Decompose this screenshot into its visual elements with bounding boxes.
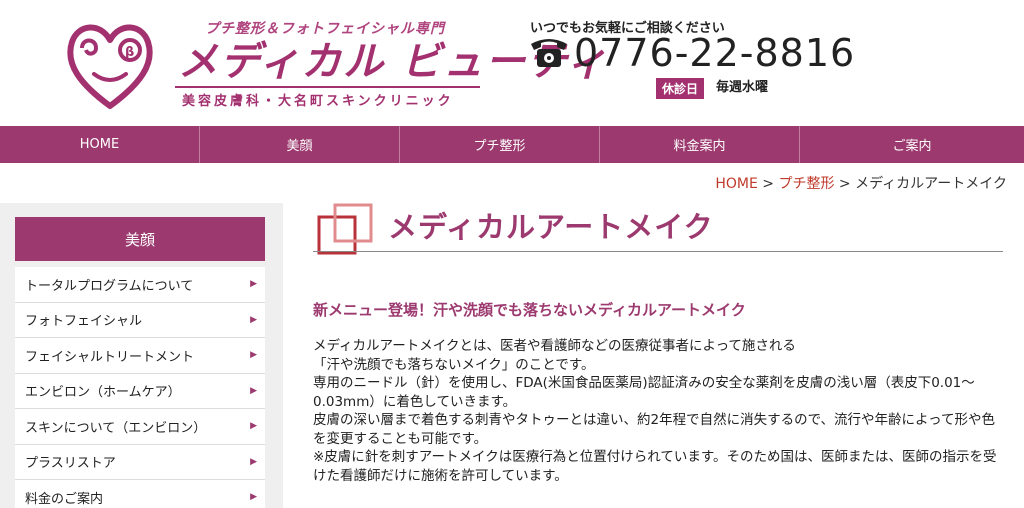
title-divider [313, 251, 1003, 252]
sidebar-item-facial-treatment[interactable]: フェイシャルトリートメント ▶ [15, 338, 265, 374]
global-nav: HOME 美顔 プチ整形 料金案内 ご案内 [0, 126, 1024, 163]
nav-facial[interactable]: 美顔 [200, 126, 400, 163]
breadcrumb: HOME > プチ整形 > メディカルアートメイク [715, 173, 1007, 193]
heart-logo-icon[interactable]: β [60, 14, 160, 114]
sidebar-item-total-program[interactable]: トータルプログラムについて ▶ [15, 267, 265, 303]
sidebar-item-label: プラスリストア [25, 456, 116, 472]
sidebar-heading: 美顔 [15, 217, 265, 261]
triangle-right-icon: ▶ [250, 385, 257, 396]
sidebar-item-plus-restore[interactable]: プラスリストア ▶ [15, 444, 265, 480]
nav-home[interactable]: HOME [0, 126, 200, 163]
section-heading: 新メニュー登場！汗や洗顔でも落ちないメディカルアートメイク [313, 301, 746, 319]
sidebar-menu: トータルプログラムについて ▶ フォトフェイシャル ▶ フェイシャルトリートメント ▶… [15, 267, 265, 508]
triangle-right-icon: ▶ [250, 421, 257, 432]
breadcrumb-parent[interactable]: プチ整形 [778, 176, 834, 192]
clinic-name: 美容皮膚科・大名町スキンクリニック [182, 94, 454, 109]
breadcrumb-home[interactable]: HOME [715, 176, 757, 192]
sidebar-item-label: フォトフェイシャル [25, 314, 143, 330]
nav-petit-surgery[interactable]: プチ整形 [400, 126, 600, 163]
breadcrumb-current: メディカルアートメイク [855, 176, 1007, 192]
sidebar-item-label: 料金のご案内 [25, 491, 104, 507]
nav-guide[interactable]: ご案内 [800, 126, 1024, 163]
sidebar-item-label: フェイシャルトリートメント [25, 349, 195, 365]
svg-text:β: β [125, 45, 134, 60]
sidebar-item-label: スキンについて（エンビロン） [25, 420, 207, 436]
sidebar-item-environ-homecare[interactable]: エンビロン（ホームケア） ▶ [15, 373, 265, 409]
article-body: メディカルアートメイクとは、医者や看護師などの医療従事者によって施される 「汗や… [313, 337, 1003, 485]
brand-tagline: プチ整形＆フォトフェイシャル専門 [205, 21, 445, 37]
sidebar-item-environ-skin[interactable]: スキンについて（エンビロン） ▶ [15, 409, 265, 445]
triangle-right-icon: ▶ [250, 279, 257, 290]
brand-divider [175, 86, 480, 88]
sidebar-item-pricing[interactable]: 料金のご案内 ▶ [15, 480, 265, 508]
sidebar: 美顔 トータルプログラムについて ▶ フォトフェイシャル ▶ フェイシャルトリートメ… [0, 203, 283, 508]
triangle-right-icon: ▶ [250, 350, 257, 361]
page-title: メディカルアートメイク [388, 210, 714, 244]
body-paragraph: 「汗や洗顔でも落ちないメイク」のことです。 [313, 356, 595, 373]
triangle-right-icon: ▶ [250, 314, 257, 325]
site-header: β プチ整形＆フォトフェイシャル専門 メディカル ビューティ 美容皮膚科・大名町… [0, 0, 1024, 126]
body-paragraph: ※皮膚に針を刺すアートメイクは医療行為と位置付けられています。そのため国は、医師… [313, 449, 997, 484]
breadcrumb-separator: > [834, 176, 856, 192]
closed-day-value: 毎週水曜 [716, 80, 769, 95]
body-paragraph: 皮膚の深い層まで着色する刺青やタトゥーとは違い、約2年程で自然に消失するので、流… [313, 412, 995, 447]
sidebar-item-label: エンビロン（ホームケア） [25, 385, 181, 401]
nav-pricing[interactable]: 料金案内 [600, 126, 800, 163]
triangle-right-icon: ▶ [250, 492, 257, 503]
triangle-right-icon: ▶ [250, 456, 257, 467]
closed-day-label: 休診日 [656, 78, 705, 99]
breadcrumb-separator: > [757, 176, 779, 192]
sidebar-item-photofacial[interactable]: フォトフェイシャル ▶ [15, 302, 265, 338]
body-paragraph: メディカルアートメイクとは、医者や看護師などの医療従事者によって施される [313, 338, 796, 354]
phone-icon [531, 39, 567, 67]
body-paragraph: 専用のニードル（針）を使用し、FDA(米国食品医薬局)認証済みの安全な薬剤を皮膚… [313, 375, 975, 410]
sidebar-item-label: トータルプログラムについて [25, 278, 194, 294]
phone-number[interactable]: 0776-22-8816 [574, 30, 855, 76]
